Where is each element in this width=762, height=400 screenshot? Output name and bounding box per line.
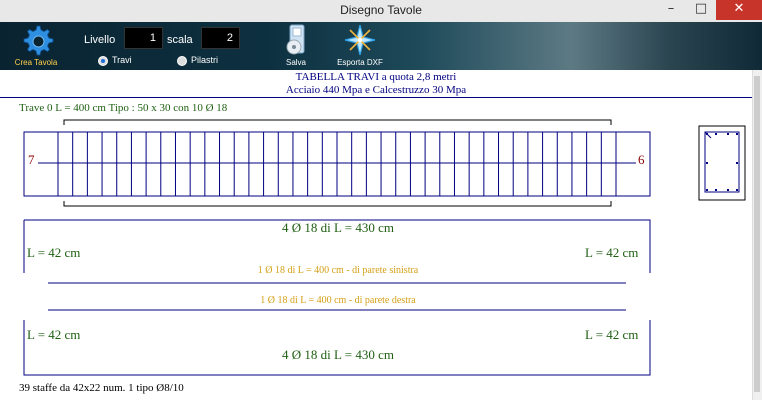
salva-button[interactable]: Salva (276, 22, 316, 70)
gear-icon (23, 25, 54, 56)
livello-input[interactable]: 1 (124, 27, 163, 49)
scala-label: scala (167, 34, 193, 46)
radio-pilastri[interactable] (177, 56, 187, 66)
crea-tavola-label: Crea Tavola (14, 58, 58, 67)
section-bars (706, 133, 738, 191)
section-stirrup (704, 131, 740, 193)
top-bars-label: 4 Ø 18 di L = 430 cm (282, 220, 394, 235)
left-node-label: 7 (28, 152, 35, 167)
scrollbar-thumb[interactable] (754, 76, 760, 392)
salva-label: Salva (285, 58, 306, 67)
scala-input[interactable]: 2 (201, 27, 240, 49)
stirrups-note: 39 staffe da 42x22 num. 1 tipo Ø8/10 (19, 382, 184, 394)
crea-tavola-button[interactable]: Crea Tavola (8, 22, 66, 70)
stirrup-group (57, 132, 617, 196)
hook-bottom-right: L = 42 cm (585, 327, 639, 342)
bottom-bars-label: 4 Ø 18 di L = 430 cm (282, 347, 394, 362)
hook-top-right: L = 42 cm (585, 245, 639, 260)
radio-travi[interactable] (98, 56, 108, 66)
minimize-button[interactable]: – (656, 0, 686, 20)
livello-label: Livello (84, 34, 116, 46)
toolbar: Crea Tavola Livello 1 scala 2 Travi Pila… (0, 22, 762, 70)
compass-star-icon (344, 24, 376, 56)
title-bar: Disegno Tavole – □ ✕ (0, 0, 762, 22)
right-node-label: 6 (638, 152, 645, 167)
window-title: Disegno Tavole (340, 3, 422, 17)
esporta-dxf-label: Esporta DXF (337, 58, 383, 67)
radio-pilastri-label: Pilastri (191, 55, 219, 65)
top-dimension-bracket (63, 119, 612, 125)
hook-top-left: L = 42 cm (27, 245, 81, 260)
hook-bottom-left: L = 42 cm (27, 327, 81, 342)
side-bar-left-label: 1 Ø 18 di L = 400 cm - di parete sinistr… (257, 265, 419, 276)
maximize-button[interactable]: □ (686, 0, 716, 20)
save-disk-icon (286, 24, 305, 55)
radio-travi-label: Travi (112, 55, 132, 65)
close-button[interactable]: ✕ (716, 0, 762, 20)
section-outline (698, 125, 746, 201)
bottom-dimension-bracket (63, 201, 612, 207)
esporta-dxf-button[interactable]: Esporta DXF (334, 22, 386, 70)
side-bar-right-label: 1 Ø 18 di L = 400 cm - di parete destra (260, 295, 416, 306)
